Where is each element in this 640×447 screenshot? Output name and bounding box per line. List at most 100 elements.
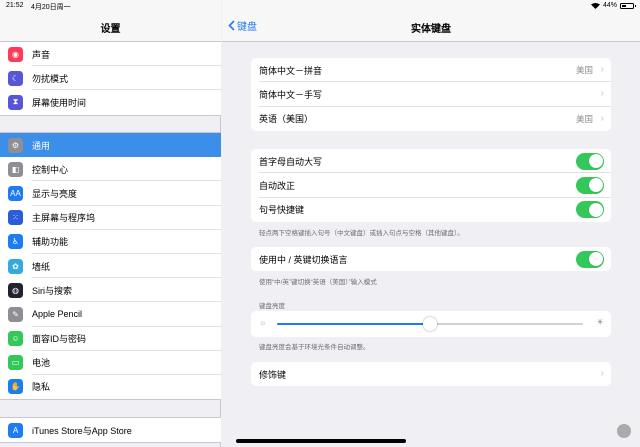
period-shortcut-toggle[interactable]: [576, 201, 604, 219]
layout-row-pinyin[interactable]: 简体中文－拼音 美国 ›: [251, 58, 611, 83]
brightness-header: 键盘亮度: [259, 303, 285, 310]
toggles-footer: 轻点两下空格键插入句号（中文键盘）或插入句点与空格（其他键盘）。: [259, 230, 464, 237]
wifi-icon: [590, 2, 600, 9]
sun-large-icon: ☀: [595, 317, 604, 327]
battery-icon: [620, 2, 636, 9]
layout-label: 英语（美国）: [259, 114, 314, 125]
sidebar-item[interactable]: ☾ 勿扰模式: [0, 66, 221, 91]
face-id-icon: ☺: [8, 331, 23, 347]
chevron-right-icon: ›: [600, 368, 604, 379]
battery-percent: 44%: [602, 2, 617, 9]
sidebar-item-label: Siri与搜索: [32, 285, 72, 296]
page-title: 实体键盘: [411, 24, 451, 35]
layouts-card: 简体中文－拼音 美国 › 简体中文－手写 › 英语（美国） 美国 ›: [251, 58, 611, 131]
wallpaper-icon: ✿: [8, 258, 23, 274]
speaker-icon: ◉: [8, 46, 23, 62]
toggle-label: 自动改正: [259, 180, 296, 191]
sidebar-item[interactable]: AiTunes Store与App Store: [0, 418, 221, 442]
display-icon: AA: [8, 185, 23, 201]
sidebar-group-2: ⚙ 通用 ◧ 控制中心 AA 显示与亮度 ⁙ 主屏幕与程序坞 ♿ 辅助功能 ✿ 墙纸 ◍ Siri与搜索 ✎…: [0, 132, 221, 401]
switch-lang-toggle[interactable]: [576, 250, 604, 268]
chevron-right-icon: ›: [600, 64, 604, 75]
brightness-footer: 键盘亮度会基于环境光条件自动调整。: [259, 344, 370, 351]
sidebar-item-label: 显示与亮度: [32, 188, 78, 199]
battery-setting-icon: ▭: [8, 355, 23, 371]
sidebar-item-label: 控制中心: [32, 164, 69, 175]
sidebar-item[interactable]: ✋ 隐私: [0, 375, 221, 399]
sidebar-item[interactable]: ✎ Apple Pencil: [0, 302, 221, 327]
assistive-touch-icon[interactable]: [617, 424, 631, 438]
modifier-card: 修饰键 ›: [251, 362, 611, 387]
hand-icon: ✋: [8, 379, 23, 395]
siri-icon: ◍: [8, 282, 23, 298]
app-store-icon: A: [8, 422, 23, 438]
sidebar-item-label: iTunes Store与App Store: [32, 425, 132, 436]
status-bar: 21:52 4月20日周一 44%: [0, 0, 640, 12]
toggles-card: 首字母自动大写 自动改正 句号快捷键: [251, 149, 611, 222]
layout-label: 简体中文－手写: [259, 89, 323, 100]
toggle-label: 使用中 / 英键切换语言: [259, 254, 348, 265]
brightness-slider[interactable]: [277, 317, 583, 331]
sidebar-item-label: 屏幕使用时间: [32, 97, 87, 108]
sidebar-item[interactable]: ⁙ 主屏幕与程序坞: [0, 206, 221, 230]
sidebar-item[interactable]: ◉ 声音: [0, 42, 221, 67]
sidebar-item-label: 声音: [32, 49, 51, 60]
sidebar-group-3: AiTunes Store与App Store: [0, 417, 221, 444]
sidebar-item-label: Apple Pencil: [32, 309, 83, 320]
sidebar-item-label: 通用: [32, 140, 51, 151]
home-indicator[interactable]: [236, 439, 406, 443]
brightness-fill: [277, 323, 430, 325]
switch-lang-card: 使用中 / 英键切换语言: [251, 247, 611, 272]
sidebar-item-label: 隐私: [32, 382, 51, 393]
layout-row-handwriting[interactable]: 简体中文－手写 ›: [251, 82, 611, 107]
gear-icon: ⚙: [8, 137, 23, 153]
layout-label: 简体中文－拼音: [259, 65, 323, 76]
auto-capitalize-toggle[interactable]: [576, 152, 604, 170]
auto-capitalize-row: 首字母自动大写: [251, 149, 611, 174]
auto-correct-toggle[interactable]: [576, 176, 604, 194]
sidebar-item[interactable]: ◧ 控制中心: [0, 157, 221, 182]
home-screen-icon: ⁙: [8, 210, 23, 226]
modifier-keys-row[interactable]: 修饰键 ›: [251, 362, 611, 386]
main-pane: 键盘 实体键盘 简体中文－拼音 美国 › 简体中文－手写 › 英语（美国） 美国…: [222, 0, 640, 447]
sidebar: 设置 ◉ 声音 ☾ 勿扰模式 ⧗ 屏幕使用时间 ⚙ 通用 ◧ 控制中心 AA 显示与亮度 ⁙ 主屏幕与程…: [0, 0, 221, 447]
sidebar-item-label: 主屏幕与程序坞: [32, 213, 96, 224]
sidebar-item-label: 面容ID与密码: [32, 334, 87, 345]
auto-correct-row: 自动改正: [251, 173, 611, 198]
brightness-knob[interactable]: [423, 317, 437, 331]
sidebar-item-label: 墙纸: [32, 261, 51, 272]
toggle-label: 首字母自动大写: [259, 156, 323, 167]
sidebar-group-1: ◉ 声音 ☾ 勿扰模式 ⧗ 屏幕使用时间: [0, 41, 221, 116]
pencil-icon: ✎: [8, 306, 23, 322]
sidebar-item-label: 勿扰模式: [32, 73, 69, 84]
sidebar-item[interactable]: ☺ 面容ID与密码: [0, 327, 221, 351]
sidebar-item[interactable]: AA 显示与亮度: [0, 181, 221, 206]
switch-lang-footer: 使用“中/英”键切换“英语（美国）”输入模式: [259, 279, 377, 286]
sun-small-icon: ☼: [259, 318, 267, 327]
switch-lang-row: 使用中 / 英键切换语言: [251, 247, 611, 271]
sidebar-item[interactable]: ▭ 电池: [0, 351, 221, 375]
status-date: 4月20日周一: [31, 4, 71, 11]
hourglass-icon: ⧗: [8, 94, 23, 110]
accessibility-icon: ♿: [8, 234, 23, 250]
sidebar-title: 设置: [100, 24, 121, 35]
brightness-card: ☼ ☀: [251, 311, 611, 337]
layout-value: 美国: [575, 113, 593, 124]
sidebar-item-label: 辅助功能: [32, 237, 69, 248]
layout-value: 美国: [575, 65, 593, 76]
period-shortcut-row: 句号快捷键: [251, 198, 611, 222]
sidebar-item[interactable]: ⚙ 通用: [0, 133, 221, 158]
sidebar-item[interactable]: ⧗ 屏幕使用时间: [0, 90, 221, 114]
sidebar-item[interactable]: ✿ 墙纸: [0, 254, 221, 279]
moon-icon: ☾: [8, 70, 23, 86]
chevron-right-icon: ›: [600, 88, 604, 100]
chevron-right-icon: ›: [600, 112, 604, 124]
modifier-label: 修饰键: [259, 369, 287, 380]
sidebar-item[interactable]: ♿ 辅助功能: [0, 230, 221, 254]
status-time: 21:52: [6, 2, 24, 9]
control-center-icon: ◧: [8, 161, 23, 177]
sidebar-item-label: 电池: [32, 358, 51, 369]
layout-row-english[interactable]: 英语（美国） 美国 ›: [251, 107, 611, 131]
toggle-label: 句号快捷键: [259, 205, 305, 216]
sidebar-item[interactable]: ◍ Siri与搜索: [0, 278, 221, 303]
